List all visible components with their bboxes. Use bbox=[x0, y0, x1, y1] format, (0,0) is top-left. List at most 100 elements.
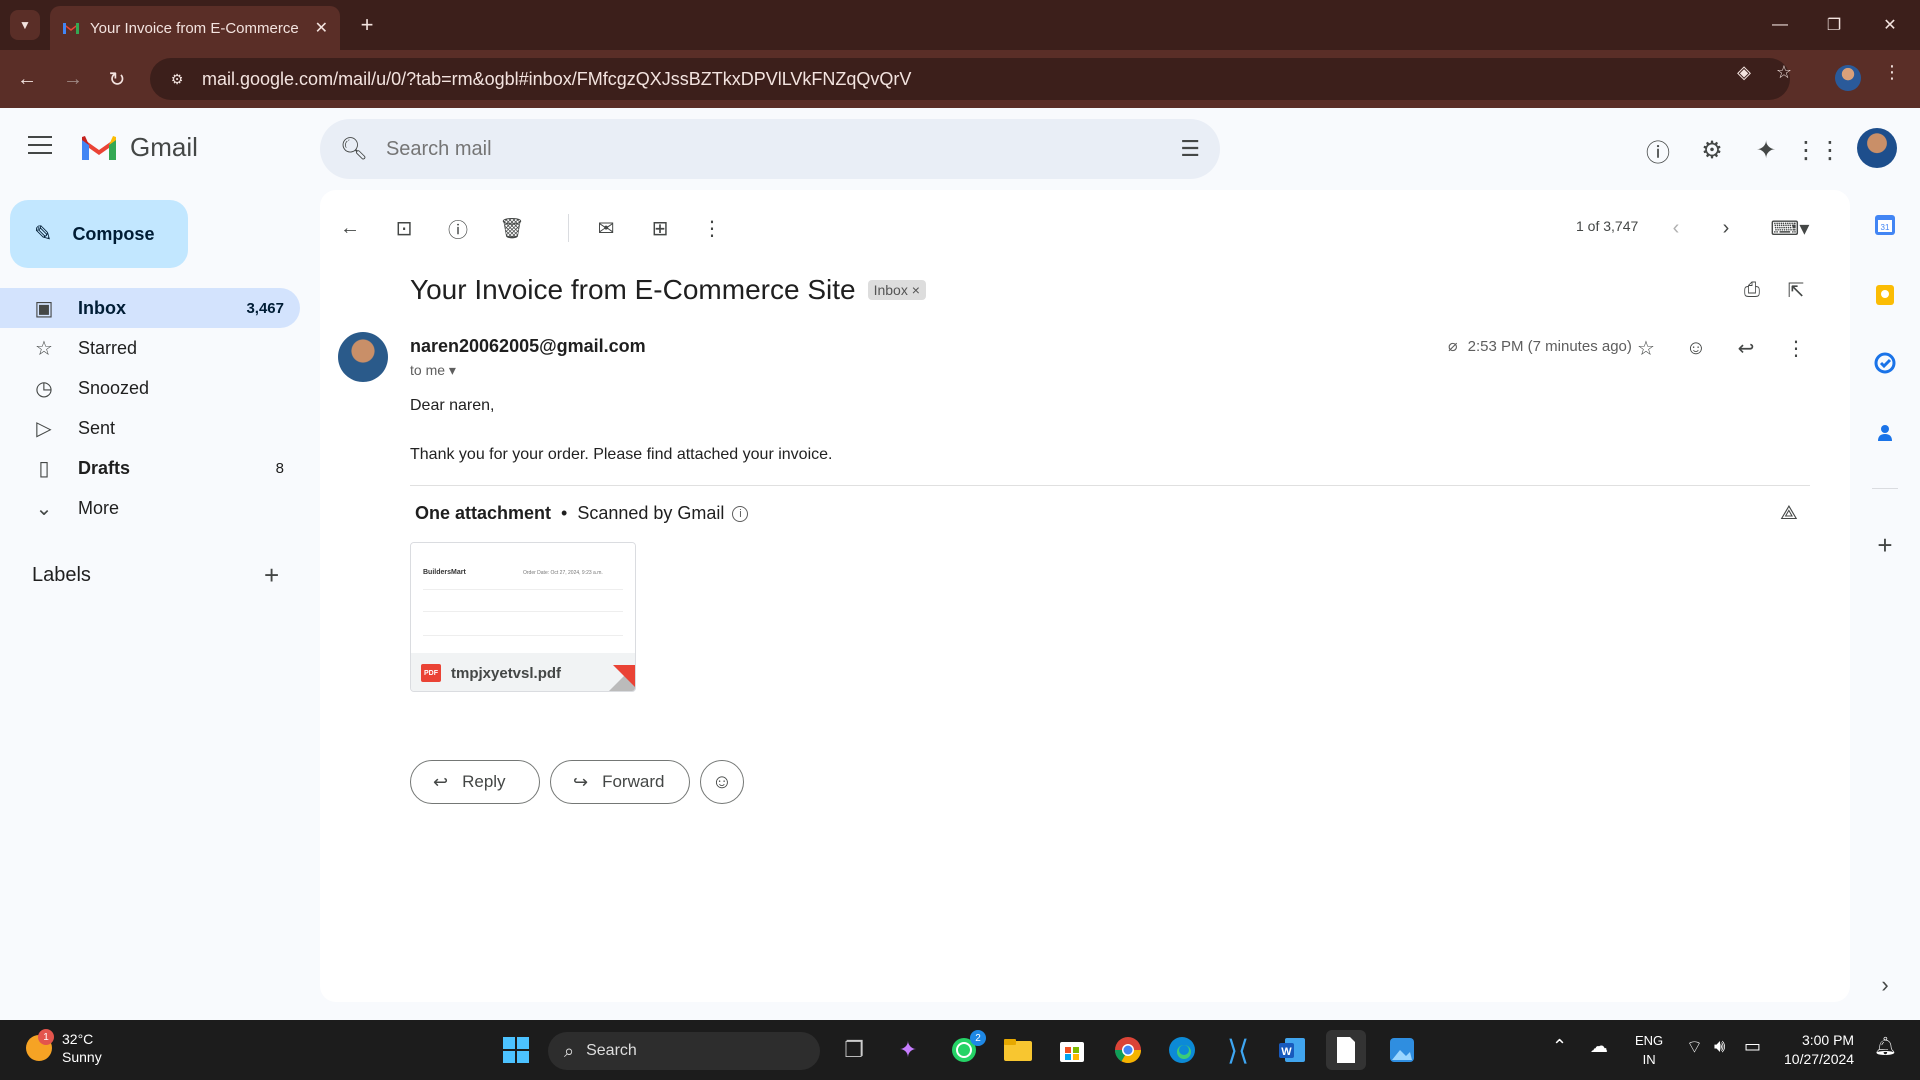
more-options-icon[interactable]: ⋮ bbox=[694, 210, 730, 246]
vscode-icon[interactable]: ⟩⟨ bbox=[1218, 1030, 1258, 1070]
forward-button[interactable]: ↪ Forward bbox=[550, 760, 690, 804]
input-tools-keyboard-icon[interactable]: ⌨▾ bbox=[1760, 210, 1820, 246]
close-window-button[interactable]: ✕ bbox=[1870, 10, 1910, 40]
reply-button[interactable]: ↩ Reply bbox=[410, 760, 540, 804]
settings-gear-icon[interactable]: ⚙ bbox=[1694, 132, 1730, 168]
nav-sent[interactable]: ▷ Sent bbox=[0, 408, 300, 448]
delete-trash-icon[interactable]: 🗑︎ bbox=[494, 210, 530, 246]
photos-icon[interactable] bbox=[1382, 1030, 1422, 1070]
older-chevron-right-icon[interactable]: › bbox=[1708, 210, 1744, 246]
search-icon[interactable]: 🔍︎ bbox=[340, 136, 368, 162]
add-reaction-icon[interactable]: ☺ bbox=[1680, 332, 1712, 364]
copilot-icon[interactable]: ✦ bbox=[888, 1030, 928, 1070]
chrome-profile-avatar[interactable] bbox=[1835, 65, 1861, 91]
mark-unread-icon[interactable]: ✉ bbox=[588, 210, 624, 246]
calendar-icon[interactable]: 31 bbox=[1870, 210, 1900, 240]
onedrive-cloud-icon[interactable]: ☁ bbox=[1590, 1036, 1608, 1057]
windows-start-icon[interactable] bbox=[496, 1030, 536, 1070]
info-icon[interactable]: i bbox=[732, 505, 749, 522]
google-apps-icon[interactable]: ⋮⋮ bbox=[1794, 132, 1842, 168]
gmail-logo[interactable]: Gmail bbox=[80, 132, 198, 163]
inbox-label-chip[interactable]: Inbox × bbox=[867, 280, 926, 300]
taskbar-clock[interactable]: 3:00 PM 10/27/2024 bbox=[1784, 1031, 1854, 1069]
attachment-card[interactable]: BuildersMart Order Date: Oct 27, 2024, 9… bbox=[410, 542, 636, 692]
pencil-icon: ✎ bbox=[34, 221, 53, 246]
reload-button[interactable]: ↻ bbox=[102, 64, 132, 94]
search-input[interactable] bbox=[385, 137, 1181, 161]
tab-search-button[interactable]: ▼ bbox=[10, 10, 40, 40]
open-in-new-window-icon[interactable]: ⇱ bbox=[1778, 272, 1814, 308]
nav-label: Drafts bbox=[78, 457, 131, 478]
new-tab-button[interactable]: + bbox=[352, 10, 382, 40]
svg-text:31: 31 bbox=[1881, 223, 1890, 232]
wifi-icon[interactable]: ⌔ bbox=[1686, 1036, 1703, 1059]
whatsapp-icon[interactable]: 2 bbox=[944, 1030, 986, 1070]
scanned-text: Scanned by Gmail bbox=[577, 503, 725, 523]
bookmark-star-icon[interactable]: ☆ bbox=[1772, 60, 1796, 84]
site-info-icon[interactable]: ⚙ bbox=[166, 68, 188, 90]
nav-inbox[interactable]: ▣ Inbox 3,467 bbox=[0, 288, 300, 328]
move-to-folder-icon[interactable]: ⊞ bbox=[642, 210, 678, 246]
tab-close-icon[interactable]: ✕ bbox=[315, 18, 328, 38]
address-bar[interactable]: ⚙ mail.google.com/mail/u/0/?tab=rm&ogbl#… bbox=[150, 58, 1790, 100]
unread-count: 3,467 bbox=[246, 299, 284, 317]
body-text: Thank you for your order. Please find at… bbox=[410, 446, 833, 463]
recipients-toggle[interactable]: to me ▾ bbox=[410, 362, 456, 379]
archive-icon[interactable]: ⊡ bbox=[386, 210, 422, 246]
nav-starred[interactable]: ☆ Starred bbox=[0, 328, 300, 368]
nav-label: Snoozed bbox=[78, 377, 150, 398]
edge-icon[interactable] bbox=[1162, 1030, 1202, 1070]
chrome-menu-icon[interactable]: ⋮ bbox=[1880, 60, 1904, 84]
tasks-icon[interactable] bbox=[1870, 348, 1900, 378]
word-icon[interactable]: W bbox=[1272, 1030, 1312, 1070]
notification-bell-icon[interactable]: 🔔︎ bbox=[1874, 1036, 1897, 1057]
microsoft-store-icon[interactable] bbox=[1052, 1030, 1092, 1070]
get-addons-plus-icon[interactable]: + bbox=[1870, 530, 1900, 560]
add-to-drive-icon[interactable]: ⟁ bbox=[1780, 502, 1798, 525]
file-explorer-icon[interactable] bbox=[998, 1030, 1038, 1070]
emoji-react-button[interactable]: ☺ bbox=[700, 760, 744, 804]
back-to-inbox-arrow-icon[interactable]: ← bbox=[332, 210, 368, 246]
sender-email[interactable]: naren20062005@gmail.com bbox=[410, 336, 646, 357]
input-language[interactable]: ENG IN bbox=[1635, 1031, 1663, 1069]
nav-more[interactable]: ⌄ More bbox=[0, 488, 300, 528]
volume-icon[interactable]: 🔊︎ bbox=[1714, 1036, 1725, 1057]
nav-snoozed[interactable]: ◷ Snoozed bbox=[0, 368, 300, 408]
create-label-plus-icon[interactable]: + bbox=[264, 560, 279, 591]
newer-chevron-left-icon[interactable]: ‹ bbox=[1658, 210, 1694, 246]
message-more-icon[interactable]: ⋮ bbox=[1780, 332, 1812, 364]
weather-widget[interactable]: 1 32°C Sunny bbox=[26, 1029, 102, 1066]
attachment-footer: PDF tmpjxyetvsl.pdf bbox=[411, 653, 635, 691]
gemini-sparkle-icon[interactable]: ✦ bbox=[1748, 132, 1784, 168]
browser-tab[interactable]: Your Invoice from E-Commerce ✕ bbox=[50, 6, 340, 50]
contacts-icon[interactable] bbox=[1870, 418, 1900, 448]
sender-avatar[interactable] bbox=[338, 332, 388, 382]
account-avatar[interactable] bbox=[1857, 128, 1897, 168]
pdf-corner-flag bbox=[613, 665, 635, 687]
forward-button[interactable]: → bbox=[58, 64, 88, 94]
reply-arrow-icon[interactable]: ↩ bbox=[1730, 332, 1762, 364]
nav-label: More bbox=[78, 497, 120, 518]
drafts-count: 8 bbox=[275, 459, 284, 477]
print-icon[interactable]: ⎙ bbox=[1734, 272, 1770, 308]
task-view-icon[interactable]: ❐ bbox=[834, 1030, 874, 1070]
report-spam-icon[interactable]: ⓘ bbox=[440, 210, 476, 246]
search-options-icon[interactable]: ☰ bbox=[1180, 136, 1200, 162]
minimize-button[interactable]: — bbox=[1760, 10, 1800, 40]
nav-drafts[interactable]: ▯ Drafts 8 bbox=[0, 448, 300, 488]
compose-button[interactable]: ✎ Compose bbox=[10, 200, 188, 268]
back-button[interactable]: ← bbox=[12, 64, 42, 94]
extension-icon[interactable]: ◈ bbox=[1732, 60, 1756, 84]
show-side-panel-chevron-icon[interactable]: › bbox=[1870, 970, 1900, 1000]
restore-button[interactable]: ❐ bbox=[1814, 10, 1854, 40]
notepad-icon[interactable] bbox=[1326, 1030, 1366, 1070]
battery-icon[interactable]: ▭ bbox=[1744, 1036, 1761, 1057]
taskbar-search[interactable]: ⌕ Search bbox=[548, 1032, 820, 1070]
star-message-icon[interactable]: ☆ bbox=[1630, 332, 1662, 364]
weather-desc: Sunny bbox=[62, 1049, 102, 1065]
help-icon[interactable]: ⓘ bbox=[1640, 132, 1676, 168]
keep-icon[interactable] bbox=[1870, 280, 1900, 310]
show-hidden-icons-chevron-icon[interactable]: ⌃ bbox=[1552, 1036, 1567, 1057]
chrome-icon[interactable] bbox=[1108, 1030, 1148, 1070]
main-menu-icon[interactable] bbox=[28, 136, 52, 154]
